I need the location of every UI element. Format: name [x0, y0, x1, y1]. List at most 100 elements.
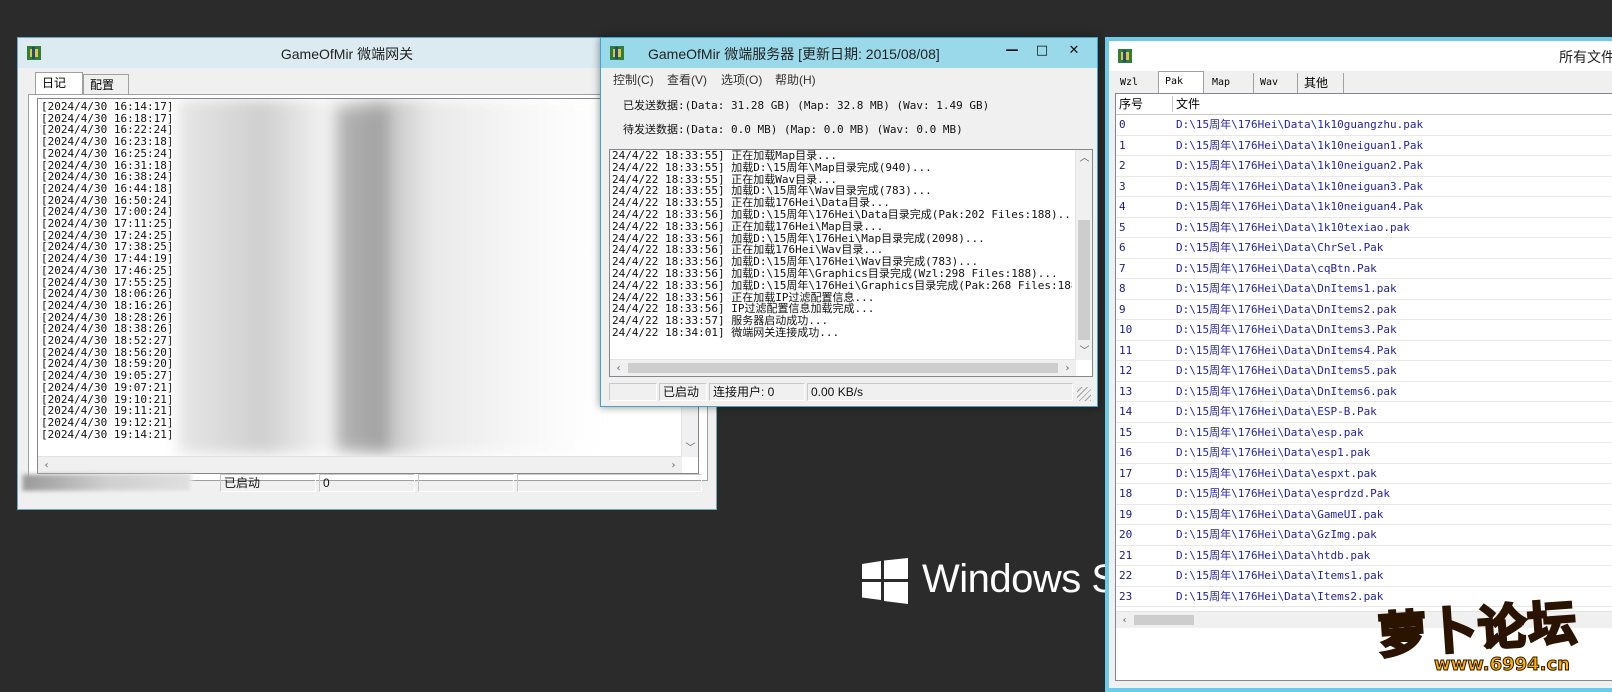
resize-grip-icon[interactable] — [1077, 387, 1091, 401]
menu-options[interactable]: 选项(O) — [721, 70, 762, 90]
column-divider — [1172, 96, 1173, 112]
row-index: 20 — [1119, 528, 1133, 541]
table-row[interactable]: 10 D:\15周年\176Hei\Data\DnItems3.Pak — [1116, 320, 1612, 341]
menu-help[interactable]: 帮助(H) — [775, 70, 816, 90]
scroll-down-arrow-icon[interactable]: ﹀ — [682, 440, 698, 457]
gateway-log-hscroll[interactable]: ‹ › — [38, 456, 682, 473]
table-row[interactable]: 19 D:\15周年\176Hei\Data\GameUI.pak — [1116, 505, 1612, 525]
row-file-path: D:\15周年\176Hei\Data\GzImg.pak — [1176, 528, 1377, 541]
table-row[interactable]: 11 D:\15周年\176Hei\Data\DnItems4.Pak — [1116, 341, 1612, 361]
row-file-path: D:\15周年\176Hei\Data\esprdzd.Pak — [1176, 487, 1391, 500]
tab-other[interactable]: 其他 — [1298, 73, 1344, 93]
row-index: 15 — [1119, 425, 1133, 439]
scroll-left-arrow-icon[interactable]: ‹ — [1116, 612, 1133, 629]
menu-view[interactable]: 查看(V) — [667, 70, 707, 90]
column-header-file[interactable]: 文件 — [1176, 94, 1200, 114]
scroll-down-arrow-icon[interactable]: ﹀ — [1076, 343, 1092, 360]
scroll-right-arrow-icon[interactable]: › — [1059, 360, 1076, 376]
scroll-left-arrow-icon[interactable]: ‹ — [38, 457, 55, 473]
table-row[interactable]: 6 D:\15周年\176Hei\Data\ChrSel.Pak — [1116, 238, 1612, 259]
row-index: 22 — [1119, 569, 1133, 582]
server-log-vscroll[interactable]: ︿ ﹀ — [1075, 150, 1092, 360]
tab-config[interactable]: 配置 — [83, 74, 129, 94]
table-row[interactable]: 20 D:\15周年\176Hei\Data\GzImg.pak — [1116, 525, 1612, 546]
status-empty-cell — [609, 383, 657, 401]
row-file-path: D:\15周年\176Hei\Data\espxt.pak — [1176, 466, 1377, 480]
status-empty-cell — [517, 474, 702, 492]
maximize-button[interactable]: □ — [1029, 41, 1055, 61]
scroll-up-arrow-icon[interactable]: ︿ — [1076, 150, 1092, 167]
scroll-thumb[interactable] — [1134, 615, 1194, 625]
table-row[interactable]: 18 D:\15周年\176Hei\Data\esprdzd.Pak — [1116, 484, 1612, 505]
server-status-speed: 0.00 KB/s — [807, 383, 1073, 401]
table-row[interactable]: 13 D:\15周年\176Hei\Data\DnItems6.pak — [1116, 382, 1612, 402]
server-log-list[interactable]: 24/4/22 18:33:55] 正在加载Map目录... 24/4/22 18… — [609, 149, 1093, 377]
minimize-button[interactable]: — — [999, 41, 1025, 61]
tab-map[interactable]: Map — [1206, 73, 1254, 93]
status-blurred-cell — [22, 474, 192, 492]
row-index: 0 — [1119, 118, 1126, 131]
row-index: 11 — [1119, 343, 1133, 357]
scroll-right-arrow-icon[interactable]: › — [665, 457, 682, 473]
gateway-log-row: [2024/4/30 17:46:25] — [41, 263, 174, 277]
row-index: 12 — [1119, 364, 1133, 377]
tab-pak[interactable]: Pak — [1158, 71, 1204, 93]
table-row[interactable]: 22 D:\15周年\176Hei\Data\Items1.pak — [1116, 566, 1612, 587]
server-log-row: 24/4/22 18:33:56] 正在加载176Hei\Map目录... — [612, 219, 884, 233]
table-row[interactable]: 9 D:\15周年\176Hei\Data\DnItems2.pak — [1116, 300, 1612, 320]
tab-wzl[interactable]: Wzl — [1114, 73, 1158, 93]
gateway-log-blurred-details — [178, 99, 598, 454]
table-row[interactable]: 14 D:\15周年\176Hei\Data\ESP-B.Pak — [1116, 402, 1612, 423]
table-row[interactable]: 4 D:\15周年\176Hei\Data\1k10neiguan4.Pak — [1116, 197, 1612, 218]
gateway-log-row: [2024/4/30 19:07:21] — [41, 380, 174, 394]
table-row[interactable]: 5 D:\15周年\176Hei\Data\1k10texiao.pak — [1116, 218, 1612, 238]
tab-wav[interactable]: Wav — [1254, 73, 1298, 93]
row-index: 9 — [1119, 302, 1126, 316]
table-row[interactable]: 2 D:\15周年\176Hei\Data\1k10neiguan2.Pak — [1116, 156, 1612, 177]
server-titlebar[interactable]: GameOfMir 微端服务器 [更新日期: 2015/08/08] — □ ✕ — [601, 38, 1097, 68]
files-titlebar[interactable]: 所有文件 — [1109, 41, 1612, 71]
row-file-path: D:\15周年\176Hei\Data\1k10neiguan2.Pak — [1176, 159, 1424, 172]
row-index: 6 — [1119, 241, 1126, 254]
server-menubar: 控制(C) 查看(V) 选项(O) 帮助(H) — [613, 70, 1093, 90]
server-statusbar: 已启动 连接用户: 0 0.00 KB/s — [609, 383, 1093, 403]
table-row[interactable]: 15 D:\15周年\176Hei\Data\esp.pak — [1116, 423, 1612, 443]
row-index: 4 — [1119, 200, 1126, 213]
files-tabs: Wzl Pak Map Wav 其他 — [1114, 71, 1374, 93]
row-index: 23 — [1119, 589, 1133, 603]
server-log-row: 24/4/22 18:34:01] 微端网关连接成功... — [612, 326, 840, 339]
column-header-index[interactable]: 序号 — [1119, 94, 1143, 114]
table-row[interactable]: 21 D:\15周年\176Hei\Data\htdb.pak — [1116, 546, 1612, 566]
row-file-path: D:\15周年\176Hei\Data\1k10neiguan1.Pak — [1176, 138, 1424, 152]
row-index: 7 — [1119, 261, 1126, 275]
watermark-url: www.6994.cn — [1434, 654, 1571, 676]
row-index: 14 — [1119, 405, 1133, 418]
tab-log[interactable]: 日记 — [35, 72, 83, 94]
table-row[interactable]: 12 D:\15周年\176Hei\Data\DnItems5.pak — [1116, 361, 1612, 382]
scroll-thumb[interactable] — [628, 363, 1058, 373]
table-row[interactable]: 3 D:\15周年\176Hei\Data\1k10neiguan3.Pak — [1116, 177, 1612, 197]
server-window: GameOfMir 微端服务器 [更新日期: 2015/08/08] — □ ✕… — [600, 37, 1098, 407]
table-row[interactable]: 0 D:\15周年\176Hei\Data\1k10guangzhu.pak — [1116, 115, 1612, 136]
scroll-left-arrow-icon[interactable]: ‹ — [610, 360, 627, 376]
close-button[interactable]: ✕ — [1057, 41, 1091, 61]
row-file-path: D:\15周年\176Hei\Data\1k10neiguan3.Pak — [1176, 179, 1424, 193]
table-row[interactable]: 8 D:\15周年\176Hei\Data\DnItems1.pak — [1116, 279, 1612, 300]
table-row[interactable]: 16 D:\15周年\176Hei\Data\esp1.pak — [1116, 443, 1612, 464]
server-status-users: 连接用户: 0 — [709, 383, 805, 401]
row-index: 19 — [1119, 507, 1133, 521]
row-file-path: D:\15周年\176Hei\Data\1k10neiguan4.Pak — [1176, 200, 1424, 213]
table-row[interactable]: 1 D:\15周年\176Hei\Data\1k10neiguan1.Pak — [1116, 136, 1612, 156]
table-row[interactable]: 7 D:\15周年\176Hei\Data\cqBtn.Pak — [1116, 259, 1612, 279]
menu-control[interactable]: 控制(C) — [613, 70, 654, 90]
status-empty-cell — [418, 474, 514, 492]
gateway-blur-band — [338, 109, 388, 449]
row-file-path: D:\15周年\176Hei\Data\ChrSel.Pak — [1176, 241, 1384, 254]
scroll-thumb[interactable] — [1078, 220, 1090, 340]
row-file-path: D:\15周年\176Hei\Data\1k10texiao.pak — [1176, 220, 1410, 234]
table-row[interactable]: 17 D:\15周年\176Hei\Data\espxt.pak — [1116, 464, 1612, 484]
row-index: 10 — [1119, 323, 1133, 336]
server-log-hscroll[interactable]: ‹ › — [610, 359, 1076, 376]
server-sent-data: 已发送数据:(Data: 31.28 GB) (Map: 32.8 MB) (W… — [623, 99, 990, 112]
row-file-path: D:\15周年\176Hei\Data\Items1.pak — [1176, 569, 1384, 582]
